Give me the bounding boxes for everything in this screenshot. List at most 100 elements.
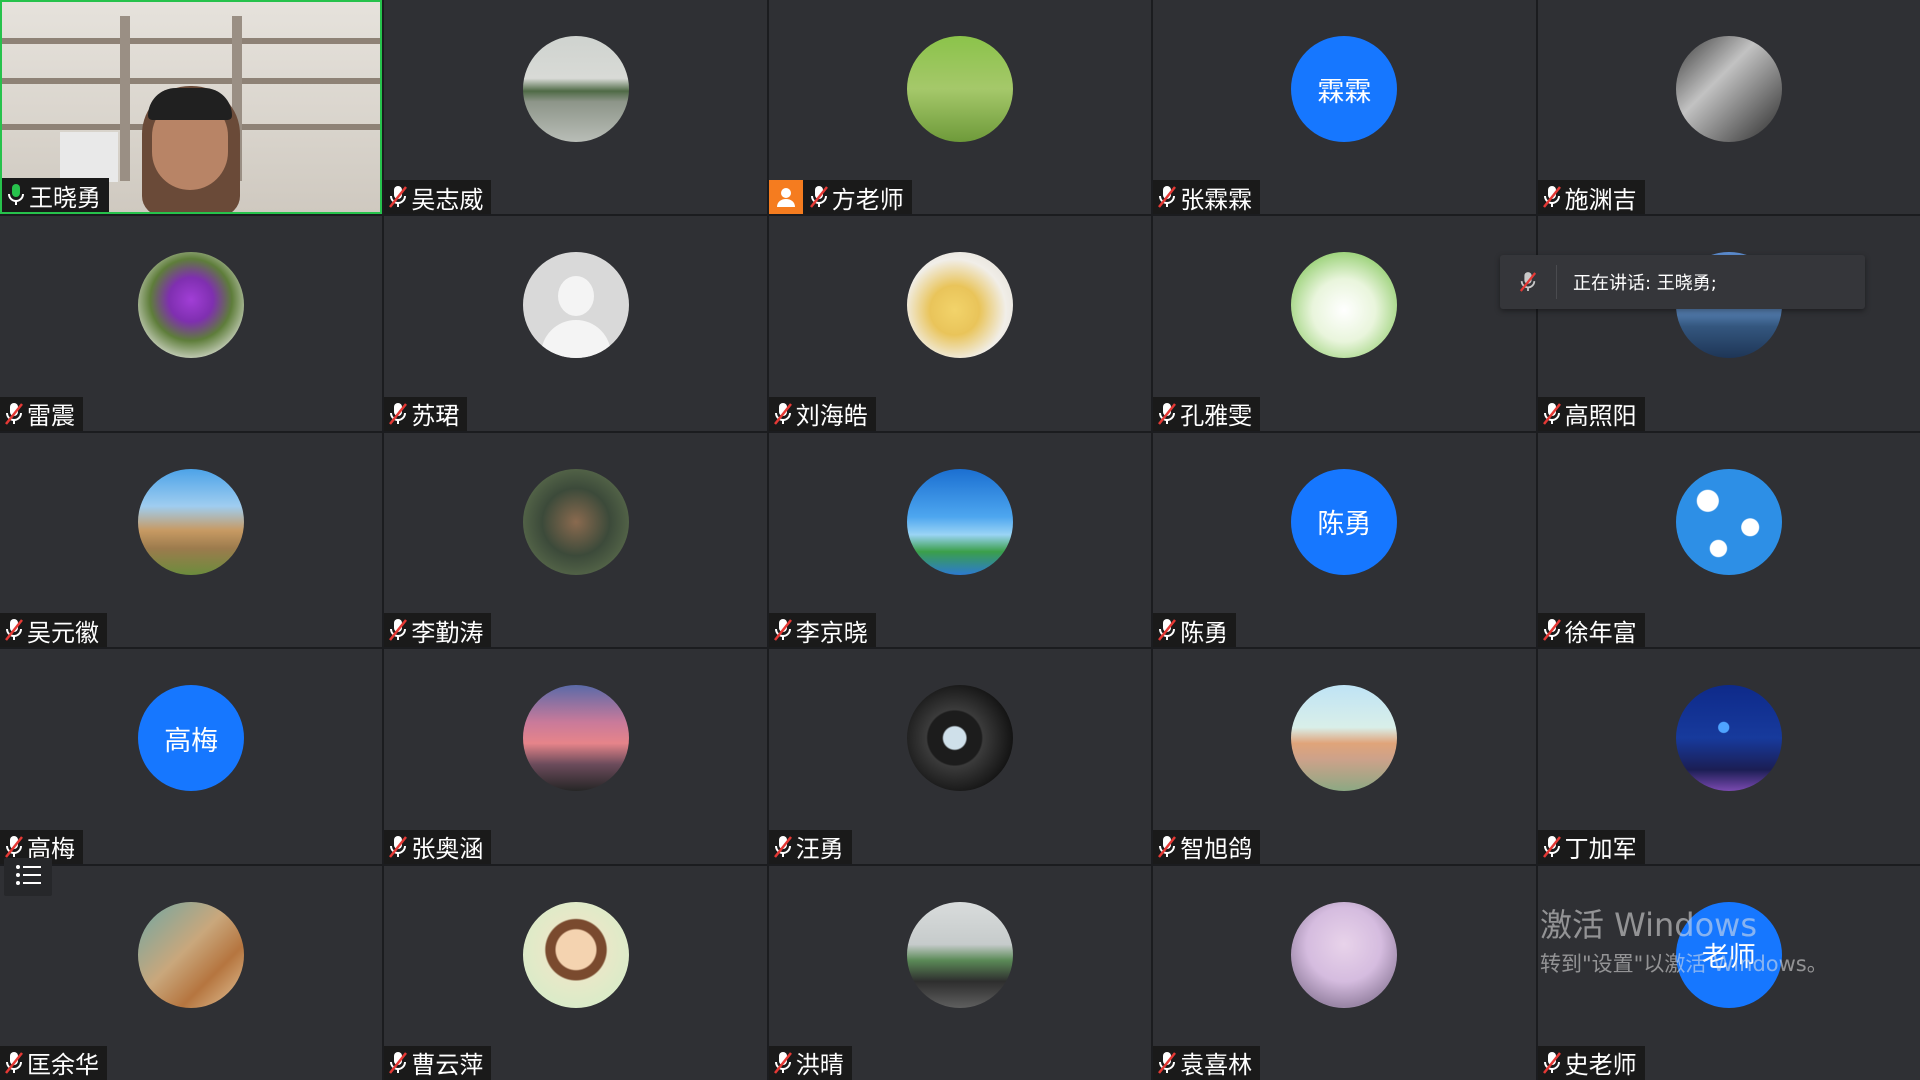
participant-name: 史老师	[1564, 1051, 1637, 1080]
participant-name: 陈勇	[1180, 618, 1229, 647]
mic-muted-icon	[4, 1051, 24, 1075]
participant-name: 李勤涛	[411, 618, 484, 647]
participant-name-tag: 李京晓	[768, 613, 876, 648]
mic-muted-icon	[1157, 402, 1177, 426]
participant-name-tag: 施渊吉	[1537, 180, 1645, 215]
participant-name: 孔雅雯	[1180, 402, 1253, 431]
participant-name-tag: 李勤涛	[384, 613, 492, 648]
avatar	[522, 468, 629, 575]
participant-tile[interactable]: 霖霖张霖霖	[1153, 0, 1536, 215]
mic-muted-icon	[388, 185, 408, 209]
participant-tile[interactable]: 苏珺	[384, 216, 767, 431]
avatar: 霖霖	[1291, 36, 1398, 142]
avatar	[1675, 685, 1782, 792]
participant-tile[interactable]: 施渊吉	[1537, 0, 1920, 215]
participant-name: 张奥涵	[411, 835, 484, 864]
participant-name-tag: 王晓勇	[2, 178, 109, 213]
mic-muted-icon	[1542, 185, 1562, 209]
mic-muted-icon	[388, 618, 408, 642]
participant-tile[interactable]: 高照阳	[1537, 216, 1920, 431]
participant-name-tag: 刘海皓	[768, 396, 876, 431]
participant-name-tag: 孔雅雯	[1153, 396, 1261, 431]
mic-muted-icon	[773, 1051, 793, 1075]
avatar: 陈勇	[1291, 468, 1398, 575]
participant-name: 吴志威	[411, 185, 484, 214]
mic-muted-icon	[1542, 1051, 1562, 1075]
participant-tile[interactable]: 吴志威	[384, 0, 767, 215]
participant-tile[interactable]: 曹云萍	[384, 865, 767, 1080]
participant-name-tag: 徐年富	[1537, 613, 1645, 648]
participant-name: 苏珺	[411, 402, 460, 431]
list-icon	[15, 864, 41, 890]
speaking-indicator-label: 正在讲话: 王晓勇;	[1573, 273, 1717, 294]
participant-name: 匡余华	[27, 1051, 99, 1080]
participant-tile[interactable]: 洪晴	[768, 865, 1152, 1080]
participant-name: 汪勇	[795, 835, 844, 864]
participant-name-tag: 雷震	[0, 396, 83, 431]
participant-tile[interactable]: 王晓勇	[0, 0, 383, 215]
participant-name: 袁喜林	[1180, 1051, 1253, 1080]
avatar	[1675, 468, 1782, 575]
participant-tile[interactable]: 吴元徽	[0, 432, 383, 648]
participant-name: 王晓勇	[29, 183, 101, 212]
participant-list-button[interactable]	[4, 858, 52, 896]
participant-name-tag: 吴志威	[384, 180, 492, 215]
mic-muted-icon	[1157, 1051, 1177, 1075]
participant-name-tag: 张奥涵	[384, 829, 492, 864]
mic-muted-icon	[4, 618, 24, 642]
avatar	[522, 685, 629, 792]
participant-tile[interactable]: 袁喜林	[1153, 865, 1536, 1080]
participant-tile[interactable]: 刘海皓	[768, 216, 1152, 431]
participant-tile[interactable]: 雷震	[0, 216, 383, 431]
participant-name: 徐年富	[1564, 618, 1637, 647]
mic-muted-icon	[4, 835, 24, 859]
participant-name-tag: 史老师	[1537, 1045, 1645, 1080]
participant-tile[interactable]: 徐年富	[1537, 432, 1920, 648]
avatar	[906, 36, 1013, 142]
speaking-indicator: 正在讲话: 王晓勇;	[1500, 255, 1865, 309]
avatar	[1291, 685, 1398, 792]
participant-tile[interactable]: 方老师	[768, 0, 1152, 215]
participant-tile[interactable]: 丁加军	[1537, 649, 1920, 864]
participant-tile[interactable]: 智旭鸽	[1153, 649, 1536, 864]
avatar	[522, 252, 629, 359]
participant-name: 高照阳	[1564, 402, 1637, 431]
participant-name-tag: 匡余华	[0, 1045, 107, 1080]
participant-name-tag: 高照阳	[1537, 396, 1645, 431]
participant-name-tag: 张霖霖	[1153, 180, 1261, 215]
avatar	[138, 901, 245, 1008]
participant-name-tag: 苏珺	[384, 396, 468, 431]
avatar	[1291, 901, 1398, 1008]
mic-muted-icon	[1500, 265, 1557, 299]
mic-muted-icon	[1542, 402, 1562, 426]
participant-name-tag: 智旭鸽	[1153, 829, 1261, 864]
participant-name: 张霖霖	[1180, 185, 1253, 214]
mic-muted-icon	[1542, 835, 1562, 859]
watermark-subtitle: 转到"设置"以激活 Windows。	[1540, 952, 1828, 976]
participant-name: 曹云萍	[411, 1051, 484, 1080]
participant-tile[interactable]: 陈勇 陈勇	[1153, 432, 1536, 648]
avatar	[522, 901, 629, 1008]
avatar	[138, 252, 245, 359]
participant-name: 施渊吉	[1564, 185, 1637, 214]
mic-muted-icon	[388, 402, 408, 426]
participant-name-tag: 方老师	[768, 180, 912, 215]
mic-muted-icon	[388, 1051, 408, 1075]
mic-muted-icon	[773, 618, 793, 642]
participant-tile[interactable]: 汪勇	[768, 649, 1152, 864]
participant-tile[interactable]: 李京晓	[768, 432, 1152, 648]
participant-name: 方老师	[831, 185, 904, 214]
avatar: 高梅	[138, 685, 245, 792]
participant-tile[interactable]: 高梅 高梅	[0, 649, 383, 864]
participant-tile[interactable]: 李勤涛	[384, 432, 767, 648]
participant-name: 李京晓	[795, 618, 868, 647]
participant-name-tag: 洪晴	[768, 1045, 852, 1080]
participant-name-tag: 陈勇	[1153, 613, 1237, 648]
participant-tile[interactable]: 张奥涵	[384, 649, 767, 864]
participant-name-tag: 曹云萍	[384, 1045, 492, 1080]
participant-tile[interactable]: 孔雅雯	[1153, 216, 1536, 431]
participant-name: 雷震	[27, 402, 75, 431]
mic-muted-icon	[1157, 618, 1177, 642]
participant-tile[interactable]: 匡余华	[0, 865, 383, 1080]
mic-muted-icon	[773, 402, 793, 426]
